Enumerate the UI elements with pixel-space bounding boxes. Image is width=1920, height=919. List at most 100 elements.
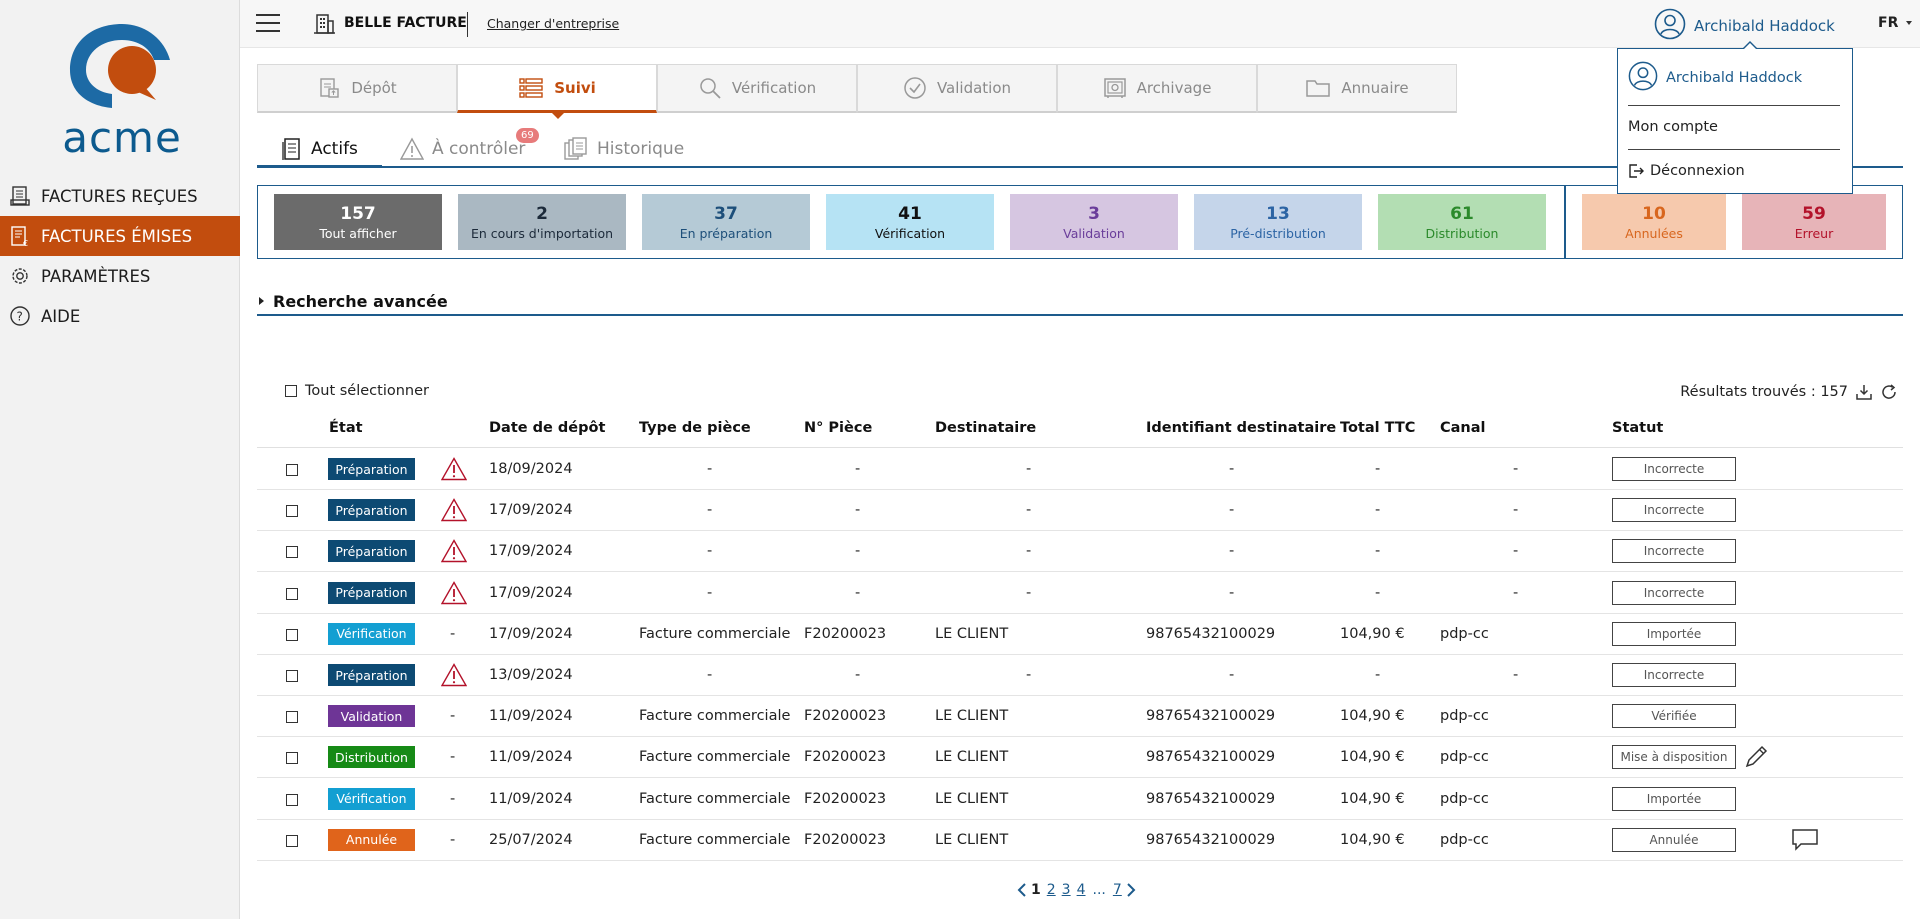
numero-cell: -	[855, 543, 861, 560]
column-header-canal[interactable]: Canal	[1440, 420, 1486, 436]
page-link[interactable]: 7	[1113, 882, 1122, 898]
warning-empty-cell: -	[450, 625, 456, 642]
sidebar-item-help[interactable]: ? AIDE	[0, 296, 240, 336]
row-checkbox[interactable]	[286, 587, 298, 600]
row-checkbox[interactable]	[286, 752, 298, 765]
status-button[interactable]: Incorrecte	[1612, 663, 1736, 687]
warning-icon[interactable]	[440, 457, 468, 485]
status-button[interactable]: Mise à disposition	[1612, 745, 1736, 770]
status-card-distribution[interactable]: 61 Distribution	[1378, 194, 1546, 250]
tab-depot[interactable]: Dépôt	[257, 64, 457, 113]
advanced-search-toggle[interactable]: Recherche avancée	[257, 292, 1903, 316]
row-checkbox[interactable]	[286, 793, 298, 806]
status-card-error[interactable]: 59 Erreur	[1742, 194, 1886, 250]
next-page-icon[interactable]	[1125, 882, 1137, 898]
status-button[interactable]: Incorrecte	[1612, 498, 1736, 523]
tab-historique[interactable]: Historique	[563, 132, 684, 166]
previous-page-icon[interactable]	[1016, 882, 1028, 898]
row-checkbox[interactable]	[286, 628, 298, 641]
column-header-statut[interactable]: Statut	[1612, 420, 1663, 436]
table-row[interactable]: Distribution - 11/09/2024 Facture commercia…	[257, 737, 1903, 779]
identifiant-cell: 98765432100029	[1146, 831, 1276, 848]
row-checkbox[interactable]	[286, 546, 298, 559]
table-row[interactable]: Préparation 18/09/2024 - - - - - - Incorrecte	[257, 449, 1903, 490]
row-checkbox[interactable]	[286, 464, 298, 476]
status-card-validation[interactable]: 3 Validation	[1010, 194, 1178, 250]
page-link[interactable]: 3	[1062, 882, 1071, 898]
refresh-icon[interactable]	[1880, 383, 1898, 401]
warning-icon[interactable]	[440, 663, 468, 691]
user-name: Archibald Haddock	[1666, 70, 1803, 86]
language-selector[interactable]: FR	[1878, 15, 1913, 31]
sidebar-item-settings[interactable]: PARAMÈTRES	[0, 256, 240, 296]
tab-validation[interactable]: Validation	[857, 64, 1057, 113]
table-row[interactable]: Annulée - 25/07/2024 Facture commerciale F20…	[257, 820, 1903, 861]
tab-annuaire[interactable]: Annuaire	[1257, 64, 1457, 113]
issued-invoices-icon: €	[8, 224, 32, 248]
column-header-identifiant[interactable]: Identifiant destinataire	[1146, 420, 1336, 436]
tab-suivi[interactable]: Suivi	[457, 64, 657, 119]
hamburger-menu-icon[interactable]	[256, 14, 280, 34]
warning-icon[interactable]	[440, 498, 468, 526]
column-header-total[interactable]: Total TTC	[1340, 420, 1415, 436]
status-button[interactable]: Incorrecte	[1612, 457, 1736, 481]
page-link[interactable]: 4	[1077, 882, 1086, 898]
warning-icon[interactable]	[440, 539, 468, 567]
pencil-icon[interactable]	[1742, 743, 1770, 775]
column-header-numero[interactable]: N° Pièce	[804, 420, 872, 436]
identifiant-cell: -	[1229, 667, 1235, 683]
sidebar-item-received-invoices[interactable]: FACTURES REÇUES	[0, 176, 240, 216]
status-card-cancelled[interactable]: 10 Annulées	[1582, 194, 1726, 250]
table-row[interactable]: Préparation 17/09/2024 - - - - - - Incorrecte	[257, 573, 1903, 614]
comment-icon[interactable]	[1791, 828, 1819, 856]
status-button[interactable]: Importée	[1612, 621, 1736, 646]
user-menu-profile[interactable]: Archibald Haddock	[1628, 61, 1802, 95]
status-button[interactable]: Annulée	[1612, 827, 1736, 852]
row-checkbox[interactable]	[286, 670, 298, 682]
logout-link[interactable]: Déconnexion	[1628, 163, 1745, 179]
table-row[interactable]: Préparation 13/09/2024 - - - - - - Incorrecte	[257, 655, 1903, 696]
type-cell: Facture commerciale	[639, 708, 791, 725]
column-header-destinataire[interactable]: Destinataire	[935, 420, 1036, 436]
table-row[interactable]: Préparation 17/09/2024 - - - - - - Incorrecte	[257, 490, 1903, 532]
sidebar-item-issued-invoices[interactable]: € FACTURES ÉMISES	[0, 216, 240, 256]
table-row[interactable]: Validation - 11/09/2024 Facture commerciale…	[257, 696, 1903, 738]
column-header-etat[interactable]: État	[329, 420, 363, 436]
tab-verification[interactable]: Vérification	[657, 64, 857, 113]
acme-logo[interactable]: acme	[60, 20, 184, 162]
tab-a-controler[interactable]: À contrôler	[400, 132, 525, 166]
status-card-importing[interactable]: 2 En cours d'importation	[458, 194, 626, 250]
page-link[interactable]: 2	[1047, 882, 1056, 898]
status-card-preparation[interactable]: 37 En préparation	[642, 194, 810, 250]
page-link[interactable]: 1	[1031, 882, 1041, 898]
column-header-date[interactable]: Date de dépôt	[489, 420, 605, 436]
status-card-pre-distribution[interactable]: 13 Pré-distribution	[1194, 194, 1362, 250]
identifiant-cell: 98765432100029	[1146, 749, 1276, 766]
select-all-checkbox[interactable]	[285, 385, 297, 397]
status-label: Pré-distribution	[1230, 226, 1326, 241]
user-menu-toggle[interactable]: Archibald Haddock	[1654, 8, 1835, 44]
status-button[interactable]: Importée	[1612, 786, 1736, 811]
change-company-link[interactable]: Changer d'entreprise	[487, 16, 619, 31]
table-row[interactable]: Préparation 17/09/2024 - - - - - - Incorrecte	[257, 531, 1903, 573]
status-button[interactable]: Vérifiée	[1612, 704, 1736, 729]
tab-actifs[interactable]: Actifs	[257, 132, 382, 168]
status-label: Annulées	[1625, 226, 1683, 241]
tab-archivage[interactable]: Archivage	[1057, 64, 1257, 113]
list-icon	[518, 76, 544, 100]
tab-label: Actifs	[311, 138, 358, 159]
status-card-all[interactable]: 157 Tout afficher	[274, 194, 442, 250]
status-card-verification[interactable]: 41 Vérification	[826, 194, 994, 250]
download-icon[interactable]	[1855, 383, 1873, 401]
select-all[interactable]: Tout sélectionner	[285, 383, 429, 399]
status-button[interactable]: Incorrecte	[1612, 580, 1736, 605]
row-checkbox[interactable]	[286, 834, 298, 847]
status-button[interactable]: Incorrecte	[1612, 539, 1736, 564]
row-checkbox[interactable]	[286, 505, 298, 518]
my-account-link[interactable]: Mon compte	[1628, 119, 1718, 135]
table-row[interactable]: Vérification - 11/09/2024 Facture commercia…	[257, 779, 1903, 820]
warning-icon[interactable]	[440, 580, 468, 609]
column-header-type[interactable]: Type de pièce	[639, 420, 751, 436]
row-checkbox[interactable]	[286, 711, 298, 724]
table-row[interactable]: Vérification - 17/09/2024 Facture commercia…	[257, 614, 1903, 655]
